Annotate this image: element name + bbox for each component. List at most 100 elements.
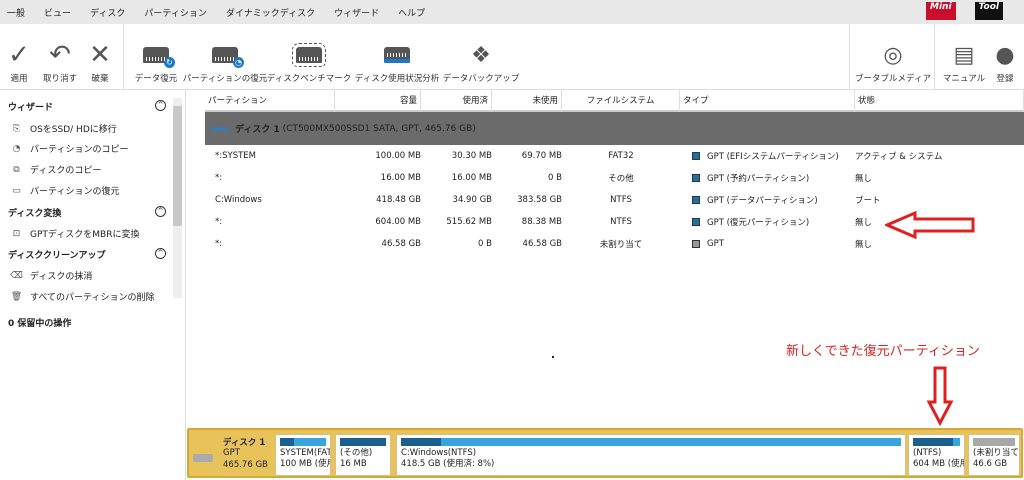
cell-partition: *: bbox=[215, 239, 223, 249]
cell-capacity: 604.00 MB bbox=[375, 217, 421, 227]
sidebar-item-migrate-os[interactable]: ⎘ OSをSSD/ HDに移行 bbox=[10, 122, 117, 136]
dot bbox=[552, 356, 554, 358]
undo-icon: ↶ bbox=[49, 40, 71, 70]
cell-filesystem: NTFS bbox=[610, 217, 632, 227]
col-capacity[interactable]: 容量 bbox=[335, 90, 421, 112]
partition-type-icon bbox=[692, 174, 700, 182]
cell-partition: *: bbox=[215, 173, 223, 183]
close-icon: ✕ bbox=[89, 40, 111, 70]
space-analyzer-label: ディスク使用状況分析 bbox=[354, 74, 440, 84]
cell-status: 無し bbox=[855, 240, 873, 250]
menu-dynamic-disk[interactable]: ダイナミックディスク bbox=[226, 6, 315, 19]
disk-detail: (CT500MX500SSD1 SATA, GPT, 465.76 GB) bbox=[282, 123, 476, 134]
collapse-icon[interactable]: ^ bbox=[155, 100, 166, 111]
sidebar-item-partition-recovery[interactable]: ▭ パーティションの復元 bbox=[10, 184, 120, 198]
menu-help[interactable]: ヘルプ bbox=[398, 6, 425, 19]
sidebar-item-copy-partition[interactable]: ◔ パーティションのコピー bbox=[10, 142, 129, 156]
logo-tool: Tool bbox=[974, 2, 1003, 20]
sidebar-item-copy-disk[interactable]: ⧉ ディスクのコピー bbox=[10, 163, 102, 177]
type-label: GPT (EFIシステムパーティション) bbox=[707, 152, 839, 162]
type-label: GPT (データパーティション) bbox=[707, 196, 818, 206]
menu-wizard[interactable]: ウィザード bbox=[334, 6, 379, 19]
cell-status: 無し bbox=[855, 218, 873, 228]
menu-view[interactable]: ビュー bbox=[44, 6, 71, 19]
undo-button[interactable]: ↶ 取り消す bbox=[42, 24, 78, 90]
partition-recovery-button[interactable]: ◔ パーティションの復元 bbox=[183, 24, 267, 90]
sidebar-item-gpt-to-mbr[interactable]: ⊡ GPTディスクをMBRに変換 bbox=[10, 227, 140, 241]
table-row[interactable]: *:SYSTEM 100.00 MB 30.30 MB 69.70 MB FAT32 GP… bbox=[205, 145, 1024, 167]
bootable-media-button[interactable]: ◎ ブータブルメディア bbox=[855, 24, 931, 90]
cell-capacity: 100.00 MB bbox=[375, 151, 421, 161]
cell-used: 34.90 GB bbox=[452, 195, 492, 205]
sidebar-scrollbar[interactable] bbox=[173, 98, 182, 298]
type-label: GPT (予約パーティション) bbox=[707, 174, 810, 184]
partition-type-icon bbox=[692, 218, 700, 226]
col-unused[interactable]: 未使用 bbox=[492, 90, 562, 112]
discard-button[interactable]: ✕ 破棄 bbox=[86, 24, 114, 90]
partition-type-icon bbox=[692, 152, 700, 160]
partition-label: (その他) bbox=[340, 448, 373, 458]
disk-benchmark-button[interactable]: ディスクベンチマーク bbox=[266, 24, 352, 90]
partition-block[interactable]: (NTFS)604 MB (使用済: 85%) bbox=[908, 434, 965, 476]
col-used[interactable]: 使用済 bbox=[421, 90, 492, 112]
item-label: パーティションのコピー bbox=[30, 145, 129, 155]
drive-recovery-icon: ↻ bbox=[143, 47, 175, 68]
copy-disk-icon: ⧉ bbox=[13, 164, 20, 175]
apply-button[interactable]: ✓ 適用 bbox=[4, 24, 34, 90]
manual-button[interactable]: ▤ マニュアル bbox=[942, 24, 986, 90]
type-label: GPT (復元パーティション) bbox=[707, 218, 810, 228]
partition-block[interactable]: SYSTEM(FAT32)100 MB (使用済: 30%) bbox=[275, 434, 331, 476]
data-backup-button[interactable]: ❖ データバックアップ bbox=[443, 24, 520, 90]
toolbar: ✓ 適用 ↶ 取り消す ✕ 破棄 ↻ データ復元 ◔ パーティションの復元 ディスクベンチ… bbox=[0, 24, 1024, 90]
cell-unused: 46.58 GB bbox=[522, 239, 562, 249]
menu-disk[interactable]: ディスク bbox=[90, 6, 125, 19]
col-status[interactable]: 状態 bbox=[855, 90, 1024, 112]
divider bbox=[934, 24, 935, 90]
space-analyzer-button[interactable]: ディスク使用状況分析 bbox=[352, 24, 442, 90]
menu-partition[interactable]: パーティション bbox=[144, 6, 206, 19]
partition-type-icon bbox=[692, 240, 700, 248]
menu-general[interactable]: 一般 bbox=[7, 6, 25, 19]
partition-type-icon bbox=[692, 196, 700, 204]
disk-benchmark-label: ディスクベンチマーク bbox=[266, 74, 352, 84]
partition-label: C:Windows(NTFS) bbox=[401, 448, 477, 458]
item-label: ディスクの抹消 bbox=[30, 272, 93, 282]
col-filesystem[interactable]: ファイルシステム bbox=[562, 90, 680, 112]
register-button[interactable]: ● 登録 bbox=[990, 24, 1020, 90]
discard-label: 破棄 bbox=[91, 74, 109, 84]
data-recovery-button[interactable]: ↻ データ復元 bbox=[132, 24, 180, 90]
table-row[interactable]: C:Windows 418.48 GB 34.90 GB 383.58 GB NTFS G… bbox=[205, 189, 1024, 211]
disk-map[interactable]: ディスク 1 GPT 465.76 GB SYSTEM(FAT32)100 MB… bbox=[187, 428, 1023, 478]
partition-block[interactable]: (その他) 16 MB bbox=[335, 434, 391, 476]
collapse-icon[interactable]: ^ bbox=[155, 206, 166, 217]
cell-filesystem: NTFS bbox=[610, 195, 632, 205]
annotation-text: 新しくできた復元パーティション bbox=[786, 344, 980, 359]
item-label: ディスクのコピー bbox=[30, 166, 102, 176]
undo-label: 取り消す bbox=[42, 74, 77, 84]
cell-status: ブート bbox=[855, 196, 881, 206]
cell-status: アクティブ & システム bbox=[855, 152, 943, 162]
disk-row[interactable]: ディスク 1 (CT500MX500SSD1 SATA, GPT, 465.76… bbox=[205, 112, 1024, 145]
cell-filesystem: 未割り当て bbox=[599, 240, 643, 250]
partition-block[interactable]: C:Windows(NTFS) 418.5 GB (使用済: 8%) bbox=[396, 434, 906, 476]
collapse-icon[interactable]: ^ bbox=[155, 248, 166, 259]
cell-unused: 69.70 MB bbox=[521, 151, 562, 161]
partition-block[interactable]: (未割り当て) 46.6 GB bbox=[968, 434, 1020, 476]
col-partition[interactable]: パーティション bbox=[205, 90, 335, 112]
table-row[interactable]: *: 16.00 MB 16.00 MB 0 B その他 GPT (予約パーティション) 無… bbox=[205, 167, 1024, 189]
backup-box-icon: ❖ bbox=[471, 42, 491, 68]
cell-unused: 383.58 GB bbox=[517, 195, 562, 205]
cell-capacity: 418.48 GB bbox=[376, 195, 421, 205]
drive-icon bbox=[193, 454, 213, 462]
sidebar-item-wipe-disk[interactable]: ⌫ ディスクの抹消 bbox=[10, 269, 93, 283]
col-type[interactable]: タイプ bbox=[680, 90, 855, 112]
scrollbar-thumb[interactable] bbox=[173, 106, 182, 226]
cell-used: 0 B bbox=[478, 239, 492, 249]
partition-size: 46.6 GB bbox=[973, 459, 1008, 469]
disk-map-name: ディスク 1 bbox=[223, 438, 266, 448]
partition-label: (未割り当て) bbox=[973, 448, 1020, 458]
partition-size: 100 MB (使用済: 30%) bbox=[280, 459, 330, 469]
item-label: パーティションの復元 bbox=[30, 187, 120, 197]
sidebar-item-delete-all[interactable]: 🗑 すべてのパーティションの削除 bbox=[10, 290, 155, 304]
red-arrow-left-annotation bbox=[885, 210, 975, 240]
